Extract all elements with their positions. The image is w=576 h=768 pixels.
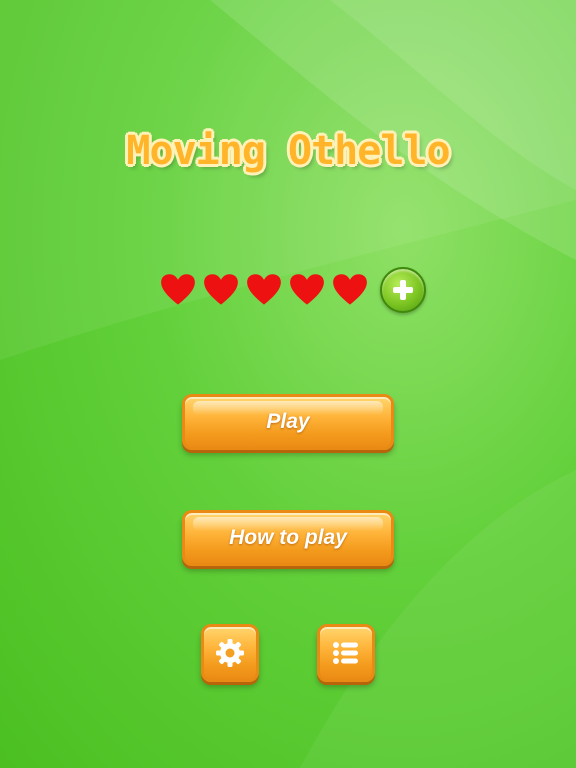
background [0, 0, 576, 768]
plus-icon [393, 280, 413, 300]
how-to-play-button[interactable]: How to play [182, 510, 394, 566]
heart-icon [290, 274, 324, 305]
settings-button[interactable] [201, 624, 259, 682]
add-lives-button[interactable] [380, 267, 426, 313]
heart-icon [204, 274, 238, 305]
gear-icon [216, 639, 244, 667]
list-icon [333, 642, 358, 664]
heart-icon [247, 274, 281, 305]
list-button[interactable] [317, 624, 375, 682]
heart-icon [161, 274, 195, 305]
play-button-label: Play [266, 410, 310, 433]
how-to-play-button-label: How to play [229, 526, 347, 549]
game-title: Moving Othello [126, 128, 450, 174]
lives-row [160, 268, 375, 312]
heart-icon [333, 274, 367, 305]
play-button[interactable]: Play [182, 394, 394, 450]
background-swoosh [0, 0, 576, 768]
